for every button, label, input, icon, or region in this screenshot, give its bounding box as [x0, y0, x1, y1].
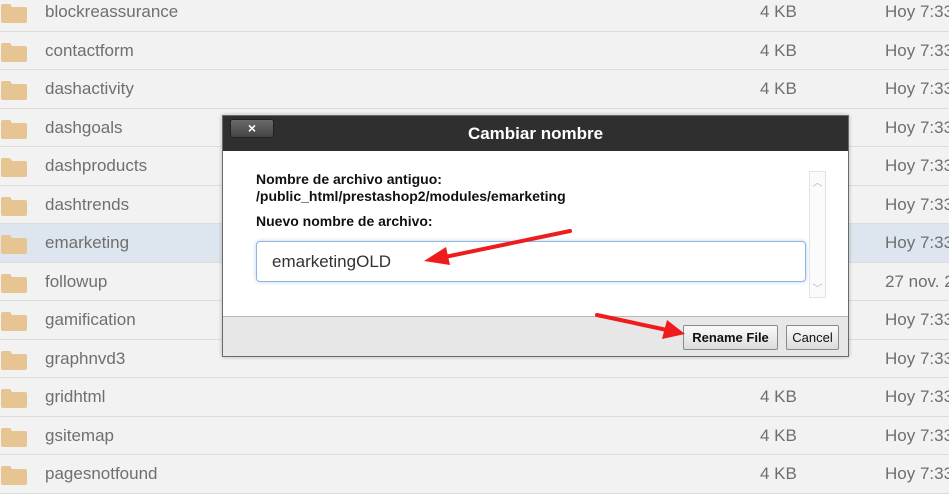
file-row[interactable]: dashactivity 4 KB Hoy 7:33: [0, 70, 949, 109]
file-size: 4 KB: [760, 40, 797, 60]
file-name[interactable]: blockreassurance: [45, 2, 178, 22]
file-name[interactable]: dashtrends: [45, 195, 129, 215]
file-date: Hoy 7:33: [885, 464, 949, 483]
folder-icon: [1, 158, 27, 177]
folder-icon: [1, 389, 27, 408]
rename-dialog: × Cambiar nombre Nombre de archivo antig…: [222, 115, 849, 357]
folder-icon: [1, 4, 27, 23]
file-row[interactable]: pagesnotfound 4 KB Hoy 7:33: [0, 455, 949, 494]
folder-icon: [1, 427, 27, 447]
file-row[interactable]: gsitemap 4 KB Hoy 7:33: [0, 416, 949, 455]
file-size: 4 KB: [760, 425, 797, 445]
cancel-button[interactable]: Cancel: [786, 325, 839, 350]
file-name[interactable]: graphnvd3: [45, 349, 125, 369]
folder-icon: [1, 196, 27, 216]
file-date: Hoy 7:33: [885, 2, 949, 21]
folder-icon: [1, 312, 27, 331]
file-date: Hoy 7:33: [885, 117, 949, 137]
file-date: 27 nov. 2: [885, 271, 949, 291]
file-date: Hoy 7:33: [885, 40, 949, 60]
new-name-input[interactable]: emarketingOLD: [256, 241, 806, 282]
new-name-label: Nuevo nombre de archivo:: [256, 213, 433, 229]
folder-icon: [1, 350, 27, 370]
file-name[interactable]: followup: [45, 272, 107, 292]
folder-icon: [1, 119, 27, 139]
file-date: Hoy 7:33: [885, 233, 949, 252]
file-row[interactable]: gridhtml 4 KB Hoy 7:33: [0, 378, 949, 417]
rename-file-button[interactable]: Rename File: [683, 325, 778, 350]
scroll-down-icon[interactable]: ﹀: [810, 280, 825, 295]
scroll-up-icon[interactable]: ︿: [810, 174, 825, 189]
file-size: 4 KB: [760, 387, 797, 406]
file-name[interactable]: contactform: [45, 41, 134, 61]
dialog-scrollbar[interactable]: ︿ ﹀: [809, 171, 826, 298]
file-date: Hoy 7:33: [885, 310, 949, 329]
file-size: 4 KB: [760, 2, 797, 21]
file-name[interactable]: pagesnotfound: [45, 464, 158, 484]
file-date: Hoy 7:33: [885, 387, 949, 406]
folder-icon: [1, 235, 27, 254]
file-name[interactable]: emarketing: [45, 233, 129, 253]
file-date: Hoy 7:33: [885, 348, 949, 368]
dialog-body: Nombre de archivo antiguo: /public_html/…: [223, 151, 848, 318]
file-size: 4 KB: [760, 464, 797, 483]
file-name[interactable]: dashgoals: [45, 118, 123, 138]
folder-icon: [1, 81, 27, 100]
file-name[interactable]: gamification: [45, 310, 136, 330]
dialog-footer: Rename File Cancel: [223, 316, 848, 356]
old-path: /public_html/prestashop2/modules/emarket…: [256, 188, 566, 204]
dialog-title: Cambiar nombre: [467, 124, 604, 143]
dialog-titlebar: × Cambiar nombre: [223, 116, 848, 151]
old-name-label: Nombre de archivo antiguo:: [256, 171, 442, 187]
file-size: 4 KB: [760, 79, 797, 98]
file-date: Hoy 7:33: [885, 425, 949, 445]
file-name[interactable]: dashactivity: [45, 79, 134, 99]
folder-icon: [1, 42, 27, 62]
file-name[interactable]: gridhtml: [45, 387, 105, 407]
file-name[interactable]: gsitemap: [45, 426, 114, 446]
file-date: Hoy 7:33: [885, 156, 949, 175]
file-date: Hoy 7:33: [885, 79, 949, 98]
file-row[interactable]: blockreassurance 4 KB Hoy 7:33: [0, 0, 949, 32]
folder-icon: [1, 273, 27, 293]
file-date: Hoy 7:33: [885, 194, 949, 214]
folder-icon: [1, 466, 27, 485]
file-name[interactable]: dashproducts: [45, 156, 147, 176]
file-row[interactable]: contactform 4 KB Hoy 7:33: [0, 31, 949, 70]
